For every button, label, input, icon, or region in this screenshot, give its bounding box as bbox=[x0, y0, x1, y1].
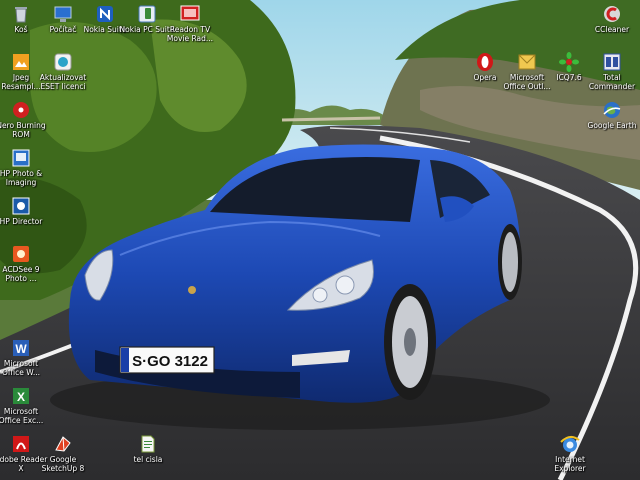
nokia-pc-suite-icon bbox=[138, 5, 156, 23]
license-plate-text: S·GO 3122 bbox=[132, 353, 208, 370]
desktop-icon-ccleaner[interactable]: CCleaner bbox=[584, 4, 640, 34]
svg-text:W: W bbox=[15, 342, 27, 356]
desktop-icon-hp-director[interactable]: HP Director bbox=[0, 196, 49, 226]
desktop-icon-readon-tv[interactable]: Readon TV Movie Rad... bbox=[162, 4, 218, 43]
desktop-icon-word[interactable]: W Microsoft Office W... bbox=[0, 338, 49, 377]
desktop[interactable]: S·GO 3122 Koš Počítač Nokia Suite Nokia … bbox=[0, 0, 640, 480]
outlook-icon bbox=[518, 54, 536, 70]
icon-label: HP Photo & Imaging bbox=[0, 169, 43, 187]
recycle-bin-icon bbox=[15, 7, 27, 23]
opera-icon bbox=[477, 53, 493, 71]
icon-label: Readon TV Movie Rad... bbox=[166, 25, 214, 43]
internet-explorer-icon bbox=[560, 436, 580, 452]
icon-label: Internet Explorer bbox=[554, 455, 586, 473]
excel-icon: X bbox=[13, 388, 29, 404]
desktop-icon-acdsee[interactable]: ACDSee 9 Photo ... bbox=[0, 244, 49, 283]
hp-director-icon bbox=[12, 197, 30, 215]
acdsee-icon bbox=[13, 246, 29, 262]
desktop-icon-sketchup[interactable]: Google SketchUp 8 bbox=[35, 434, 91, 473]
desktop-icon-excel[interactable]: X Microsoft Office Exc... bbox=[0, 386, 49, 425]
ccleaner-icon bbox=[604, 6, 620, 22]
jpeg-resampler-icon bbox=[13, 54, 29, 70]
icon-label: Total Commander bbox=[588, 73, 636, 91]
desktop-icon-google-earth[interactable]: Google Earth bbox=[584, 100, 640, 130]
icon-label: Google SketchUp 8 bbox=[41, 455, 85, 473]
icon-label: tel cisla bbox=[133, 455, 163, 464]
hp-photo-icon bbox=[12, 149, 30, 167]
google-earth-icon bbox=[603, 102, 621, 118]
icon-label: Google Earth bbox=[587, 121, 637, 130]
word-icon: W bbox=[13, 340, 29, 356]
svg-text:X: X bbox=[17, 390, 25, 404]
desktop-icon-eset[interactable]: Aktualizovat ESET licenci bbox=[35, 52, 91, 91]
readon-tv-icon bbox=[180, 5, 200, 21]
desktop-icon-tel-cisla[interactable]: tel cisla bbox=[120, 434, 176, 464]
icon-label: ACDSee 9 Photo ... bbox=[2, 265, 40, 283]
icon-label: Aktualizovat ESET licenci bbox=[39, 73, 87, 91]
desktop-icon-hp-photo[interactable]: HP Photo & Imaging bbox=[0, 148, 49, 187]
adobe-reader-icon bbox=[13, 436, 29, 452]
icon-label: Microsoft Office W... bbox=[2, 359, 40, 377]
nero-icon bbox=[13, 102, 29, 118]
icq-icon bbox=[559, 52, 579, 72]
computer-icon bbox=[54, 6, 72, 22]
eset-icon bbox=[54, 53, 72, 71]
icon-label: Nero Burning ROM bbox=[0, 121, 46, 139]
desktop-icon-nero[interactable]: Nero Burning ROM bbox=[0, 100, 49, 139]
text-file-icon bbox=[141, 435, 155, 453]
total-commander-icon bbox=[603, 53, 621, 71]
sketchup-icon bbox=[55, 436, 71, 452]
icon-label: Microsoft Office Exc... bbox=[0, 407, 44, 425]
nokia-suite-icon bbox=[97, 6, 113, 22]
icon-label: CCleaner bbox=[594, 25, 630, 34]
icon-label: HP Director bbox=[0, 217, 43, 226]
desktop-icon-internet-explorer[interactable]: Internet Explorer bbox=[542, 434, 598, 473]
desktop-icon-total-commander[interactable]: Total Commander bbox=[584, 52, 640, 91]
